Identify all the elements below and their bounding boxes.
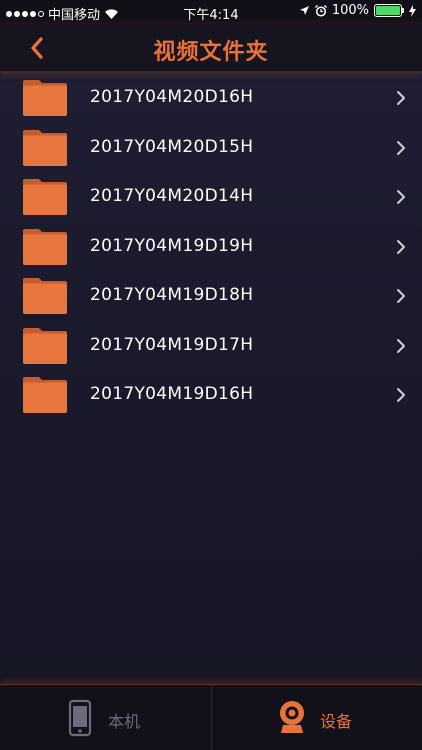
alarm-clock-icon <box>314 4 327 17</box>
folder-name: 2017Y04M19D18H <box>90 285 254 305</box>
phone-icon <box>68 699 92 737</box>
screen: 中国移动 下午4:14 100% 视频文件夹 2017Y04M20D16H 20… <box>0 0 422 750</box>
folder-row[interactable]: 2017Y04M19D17H <box>0 322 422 372</box>
location-arrow-icon <box>299 6 309 15</box>
navigation-bar: 视频文件夹 <box>0 24 422 72</box>
chevron-right-icon <box>397 289 405 303</box>
folder-row[interactable]: 2017Y04M20D14H <box>0 173 422 223</box>
tab-local-label: 本机 <box>108 712 141 731</box>
folder-name: 2017Y04M20D15H <box>90 136 254 157</box>
battery-percent: 100% <box>331 3 369 18</box>
folder-name: 2017Y04M19D16H <box>90 384 254 404</box>
tab-device-label: 设备 <box>320 712 353 731</box>
camera-icon <box>280 701 304 733</box>
chevron-right-icon <box>397 140 405 155</box>
folder-icon <box>23 228 67 265</box>
folder-row[interactable]: 2017Y04M19D19H <box>0 223 422 273</box>
chevron-right-icon <box>397 388 405 402</box>
folder-row[interactable]: 2017Y04M20D16H <box>0 74 422 124</box>
status-bar: 中国移动 下午4:14 100% <box>0 0 422 24</box>
tab-local[interactable]: 本机 <box>0 685 211 750</box>
folder-icon <box>23 80 67 116</box>
chevron-right-icon <box>397 239 405 254</box>
folder-icon <box>23 179 67 215</box>
folder-name: 2017Y04M19D19H <box>90 235 254 256</box>
folder-list: 2017Y04M20D16H 2017Y04M20D15H 2017Y04M20… <box>0 74 422 421</box>
chevron-right-icon <box>397 91 405 105</box>
tab-bar: 本机 设备 <box>0 684 422 750</box>
page-title: 视频文件夹 <box>153 40 269 65</box>
folder-name: 2017Y04M20D14H <box>90 186 254 206</box>
chevron-right-icon <box>397 190 405 204</box>
folder-icon <box>23 278 67 314</box>
folder-icon <box>23 377 67 413</box>
folder-row[interactable]: 2017Y04M19D18H <box>0 272 422 322</box>
folder-icon <box>23 327 67 364</box>
folder-row[interactable]: 2017Y04M19D16H <box>0 371 422 421</box>
chevron-right-icon <box>397 338 405 353</box>
folder-name: 2017Y04M20D16H <box>90 87 254 107</box>
status-right: 100% <box>299 3 416 18</box>
tab-device[interactable]: 设备 <box>211 685 422 750</box>
battery-icon <box>374 4 402 17</box>
charging-bolt-icon <box>409 4 416 17</box>
folder-row[interactable]: 2017Y04M20D15H <box>0 124 422 174</box>
folder-name: 2017Y04M19D17H <box>90 334 254 355</box>
folder-icon <box>23 129 67 166</box>
